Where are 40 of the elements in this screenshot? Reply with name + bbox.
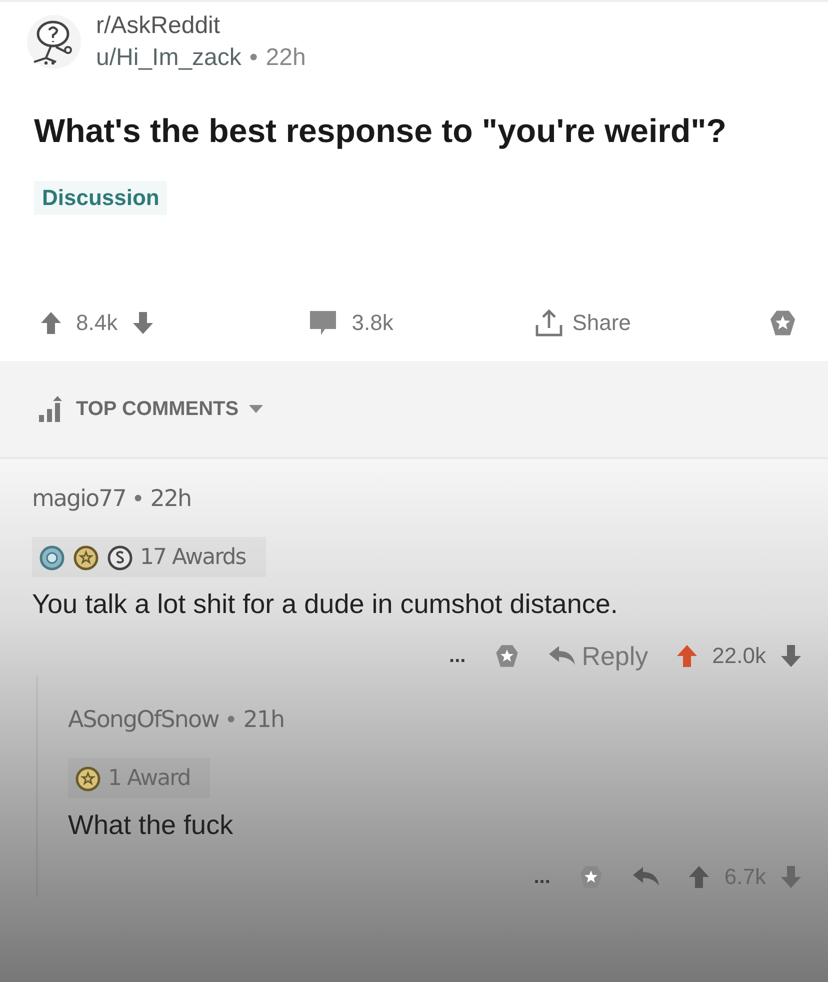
caret-icon[interactable] xyxy=(248,404,263,414)
comment-age: 22h xyxy=(150,486,192,512)
post-score: 8.4k xyxy=(76,310,118,336)
subreddit-icon[interactable] xyxy=(26,14,82,70)
comment-score: 22.0k xyxy=(712,643,766,669)
reply-button[interactable]: Reply xyxy=(548,640,648,672)
awards-count: 1 Award xyxy=(108,766,190,790)
more-button[interactable]: ... xyxy=(534,866,550,888)
subreddit-name[interactable]: r/AskReddit xyxy=(96,12,306,40)
comment-count: 3.8k xyxy=(352,310,394,336)
downvote-icon[interactable] xyxy=(780,865,802,889)
reply-arrow-icon xyxy=(548,645,576,667)
reply-arrow-icon[interactable] xyxy=(632,866,660,888)
separator-dot: • xyxy=(249,44,258,72)
downvote-icon[interactable] xyxy=(132,311,154,335)
comment-author[interactable]: ASongOfSnow xyxy=(68,707,219,733)
award-icon[interactable] xyxy=(578,864,604,890)
post-title: What's the best response to "you're weird"? xyxy=(34,111,728,151)
upvote-icon[interactable] xyxy=(40,311,62,335)
award-icon[interactable] xyxy=(494,643,520,669)
downvote-icon[interactable] xyxy=(780,644,802,668)
comment-text: What the fuck xyxy=(68,810,234,841)
more-button[interactable]: ... xyxy=(449,644,466,668)
awards-chip[interactable]: 17 Awards xyxy=(32,537,266,577)
awards-chip[interactable]: 1 Award xyxy=(68,758,210,798)
upvote-icon[interactable] xyxy=(688,865,710,889)
share-icon[interactable] xyxy=(534,308,564,338)
comment-author[interactable]: magio77 xyxy=(32,486,126,512)
separator-dot: • xyxy=(226,706,236,734)
awards-count: 17 Awards xyxy=(140,544,246,570)
comment-age: 21h xyxy=(243,707,284,733)
comment-bubble-icon[interactable] xyxy=(308,309,338,337)
post-author[interactable]: u/Hi_Im_zack xyxy=(96,44,242,72)
post-age: 22h xyxy=(266,44,306,72)
comment-text: You talk a lot shit for a dude in cumshot distance. xyxy=(32,589,619,620)
sort-label[interactable]: TOP COMMENTS xyxy=(76,398,239,420)
separator-dot: • xyxy=(134,485,142,513)
upvote-icon[interactable] xyxy=(676,644,698,668)
share-label[interactable]: Share xyxy=(572,310,631,336)
post-flair[interactable]: Discussion xyxy=(34,181,168,215)
